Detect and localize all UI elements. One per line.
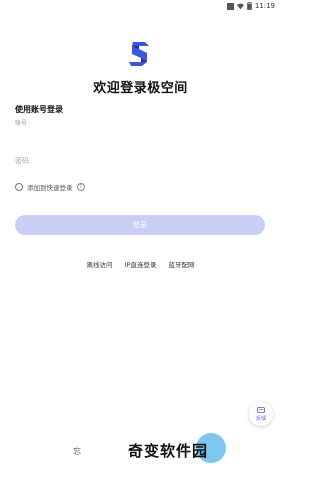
offline-access-link[interactable]: 离线访问 [87,261,113,269]
login-button[interactable]: 登录 [15,215,265,235]
status-time: 11:19 [254,2,275,10]
quick-login-option[interactable]: 添加到快速登录 ? [15,182,85,192]
bluetooth-network-link[interactable]: 蓝牙配网 [169,261,195,269]
watermark-text: 奇变软件园 [128,442,209,460]
ip-direct-login-link[interactable]: IP直连登录 [125,261,157,269]
password-input[interactable]: 密码 [15,156,265,172]
feedback-label: 反馈 [255,415,266,422]
status-icons: 11:19 [226,2,275,10]
alternate-login-links: 离线访问 IP直连登录 蓝牙配网 [0,259,281,269]
password-input-underline [15,174,265,175]
quick-login-label: 添加到快速登录 [27,184,73,192]
help-icon[interactable]: ? [76,183,85,191]
wifi-icon [236,3,244,9]
app-title: 欢迎登录极空间 [93,81,188,96]
account-input-underline [15,134,265,135]
account-input[interactable]: 账号 [15,118,265,132]
status-bar: 11:19 [0,0,281,14]
login-section-heading: 使用账号登录 [15,105,63,114]
jikongjian-logo-icon [128,40,152,68]
battery-icon [246,2,252,10]
forgot-password-partial-text[interactable]: 忘 [73,446,81,457]
quick-login-radio[interactable] [15,183,23,191]
signal-icon [226,2,234,10]
feedback-icon [257,406,265,413]
feedback-button[interactable]: 反馈 [249,402,273,426]
